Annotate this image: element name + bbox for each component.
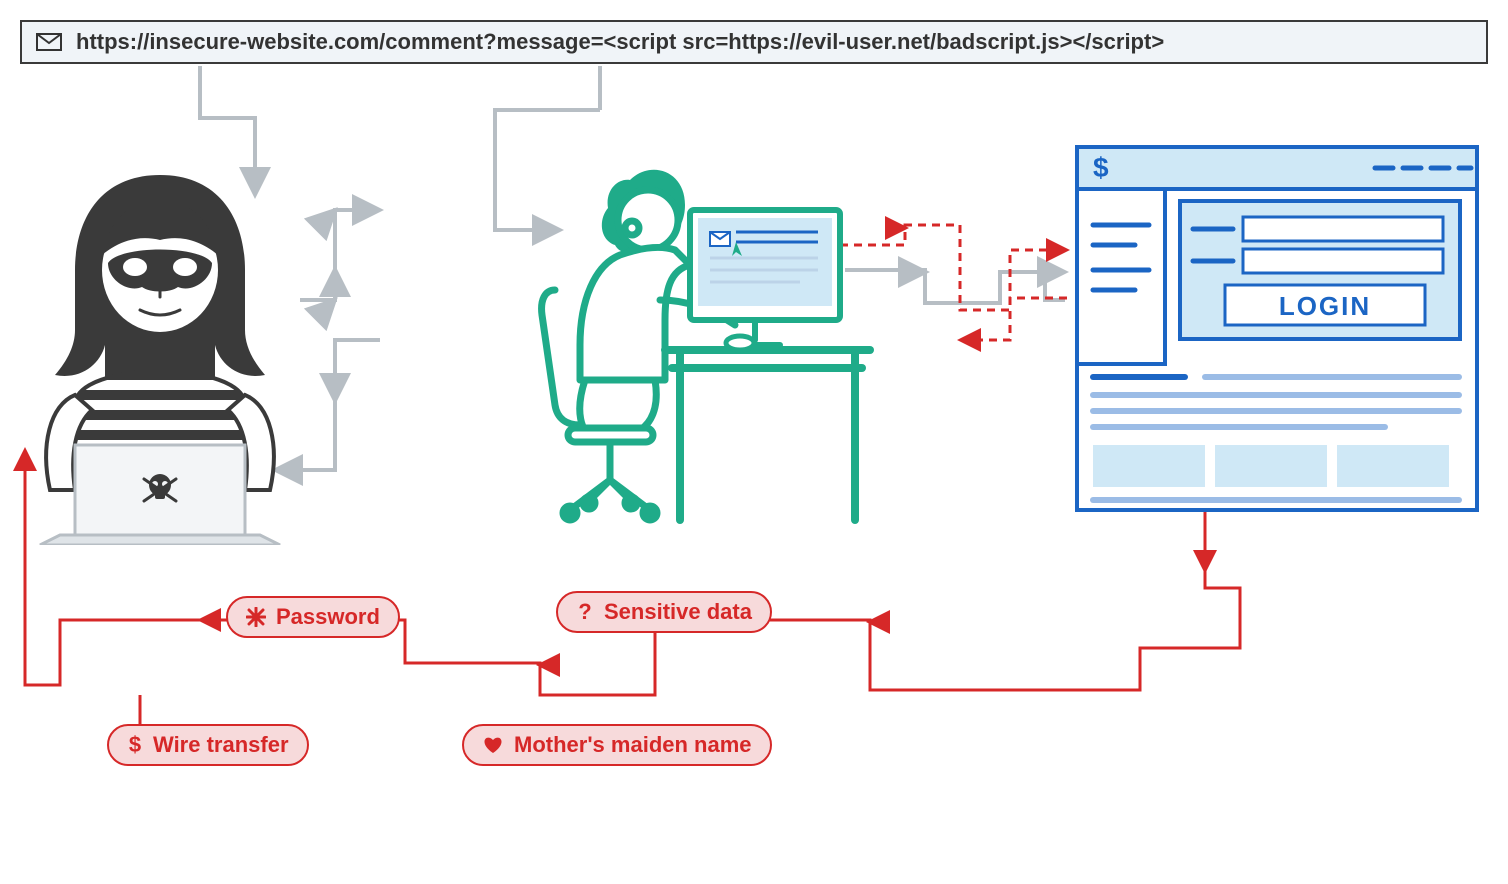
victim-illustration (500, 150, 880, 540)
target-website: $ LOGIN (1075, 145, 1480, 515)
badge-label: Sensitive data (604, 599, 752, 625)
badge-wire-transfer: $ Wire transfer (107, 724, 309, 766)
dollar-icon: $ (1093, 152, 1109, 183)
question-icon: ? (576, 601, 594, 623)
svg-text:?: ? (578, 601, 591, 623)
attacker-illustration (20, 145, 300, 545)
badge-label: Password (276, 604, 380, 630)
badge-password: Password (226, 596, 400, 638)
badge-label: Wire transfer (153, 732, 289, 758)
svg-text:$: $ (129, 734, 141, 756)
dollar-icon: $ (127, 734, 143, 756)
login-button-text: LOGIN (1279, 291, 1371, 321)
badge-sensitive-data: ? Sensitive data (556, 591, 772, 633)
badge-mothers-maiden-name: Mother's maiden name (462, 724, 772, 766)
heart-icon (482, 735, 504, 755)
badge-label: Mother's maiden name (514, 732, 752, 758)
asterisk-icon (246, 607, 266, 627)
